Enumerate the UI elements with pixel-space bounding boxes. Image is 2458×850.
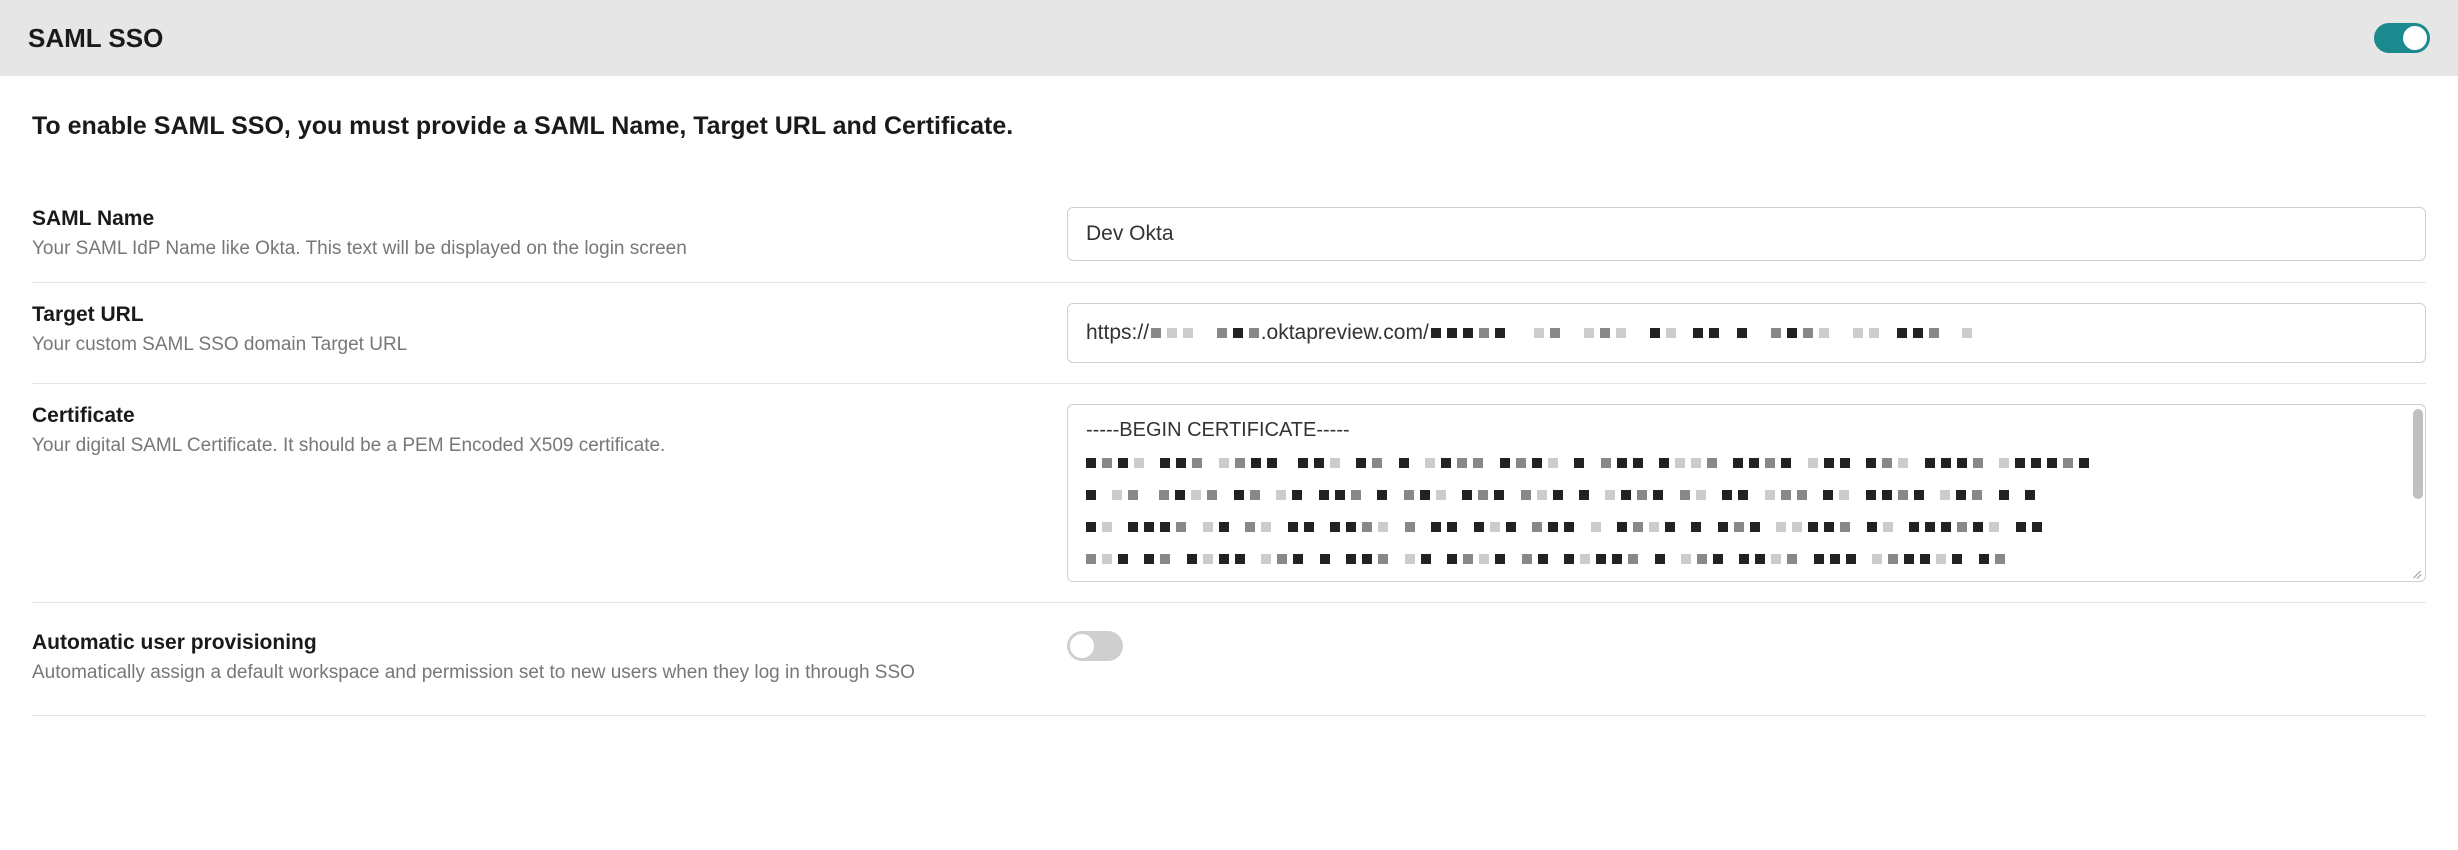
field-row-certificate: Certificate Your digital SAML Certificat…	[32, 384, 2426, 603]
certificate-label: Certificate	[32, 404, 1027, 428]
auto-provisioning-help: Automatically assign a default workspace…	[32, 661, 1027, 686]
certificate-header: -----BEGIN CERTIFICATE-----	[1086, 419, 2407, 442]
toggle-knob	[1070, 634, 1094, 658]
target-url-input[interactable]: https:// .oktapreview.com/	[1067, 303, 2426, 363]
scrollbar[interactable]	[2413, 409, 2423, 499]
field-row-target-url: Target URL Your custom SAML SSO domain T…	[32, 283, 2426, 384]
certificate-help: Your digital SAML Certificate. It should…	[32, 434, 1027, 459]
target-url-help: Your custom SAML SSO domain Target URL	[32, 333, 1027, 358]
field-input-col	[1067, 207, 2426, 261]
target-url-mid: .oktapreview.com/	[1261, 321, 1429, 345]
redacted-pixels	[1431, 321, 1972, 345]
target-url-label: Target URL	[32, 303, 1027, 327]
field-input-col	[1067, 631, 2426, 661]
toggle-knob	[2403, 26, 2427, 50]
saml-sso-toggle[interactable]	[2374, 23, 2430, 53]
field-label-col: Certificate Your digital SAML Certificat…	[32, 404, 1067, 459]
header-bar: SAML SSO	[0, 0, 2458, 76]
saml-name-label: SAML Name	[32, 207, 1027, 231]
auto-provisioning-toggle[interactable]	[1067, 631, 1123, 661]
field-row-saml-name: SAML Name Your SAML IdP Name like Okta. …	[32, 187, 2426, 283]
instruction-text: To enable SAML SSO, you must provide a S…	[32, 112, 2426, 141]
saml-name-input[interactable]	[1067, 207, 2426, 261]
redacted-pixels	[1151, 321, 1259, 345]
field-row-auto-provisioning: Automatic user provisioning Automaticall…	[32, 603, 2426, 717]
auto-provisioning-label: Automatic user provisioning	[32, 631, 1027, 655]
field-label-col: Target URL Your custom SAML SSO domain T…	[32, 303, 1067, 358]
field-input-col: https:// .oktapreview.com/	[1067, 303, 2426, 363]
target-url-prefix: https://	[1086, 321, 1149, 345]
certificate-textarea[interactable]: -----BEGIN CERTIFICATE-----	[1067, 404, 2426, 582]
field-label-col: SAML Name Your SAML IdP Name like Okta. …	[32, 207, 1067, 262]
field-input-col: -----BEGIN CERTIFICATE-----	[1067, 404, 2426, 582]
resize-handle-icon[interactable]	[2409, 565, 2423, 579]
page-title: SAML SSO	[28, 23, 163, 54]
redacted-certificate-body	[1086, 454, 2407, 568]
content: To enable SAML SSO, you must provide a S…	[0, 76, 2458, 746]
saml-name-help: Your SAML IdP Name like Okta. This text …	[32, 237, 1027, 262]
field-label-col: Automatic user provisioning Automaticall…	[32, 631, 1067, 686]
